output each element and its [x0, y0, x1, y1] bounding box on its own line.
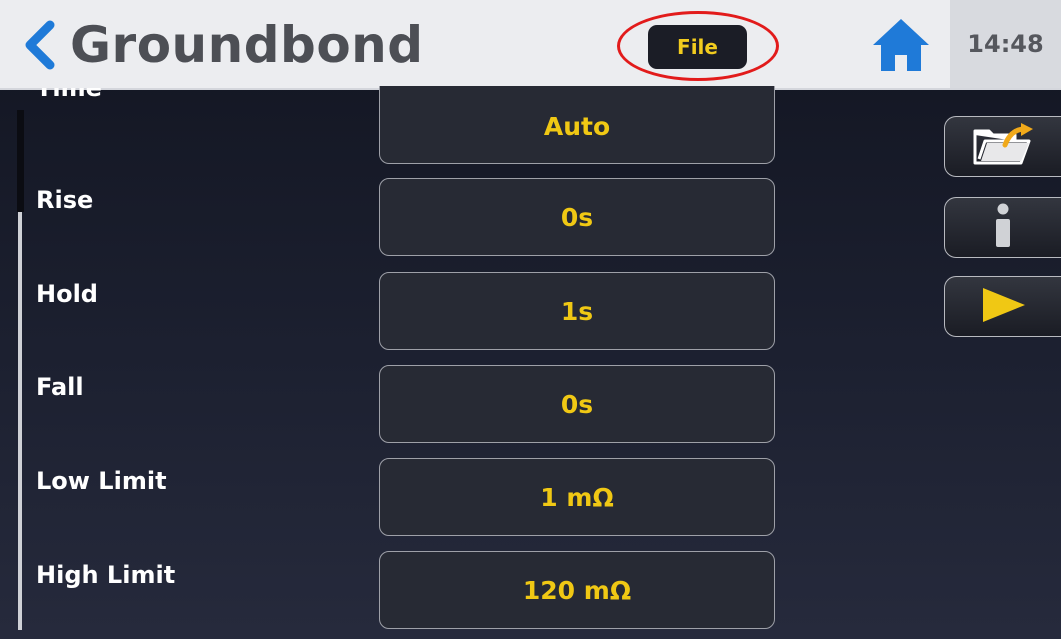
chevron-left-icon	[22, 20, 56, 70]
run-test-button[interactable]	[944, 276, 1061, 337]
param-value-hold[interactable]: 1s	[379, 272, 775, 350]
scrollbar-thumb[interactable]	[17, 110, 24, 212]
param-label-low-limit: Low Limit	[36, 467, 167, 495]
home-button[interactable]	[868, 14, 934, 80]
param-label-hold: Hold	[36, 280, 98, 308]
header-bar: Groundbond File 14:48	[0, 0, 1061, 90]
open-folder-icon	[971, 122, 1035, 171]
info-button[interactable]	[944, 197, 1061, 258]
param-label-high-limit: High Limit	[36, 561, 176, 589]
param-label-time: Time	[36, 88, 102, 102]
clock-display: 14:48	[950, 0, 1061, 88]
back-button[interactable]: Groundbond	[22, 10, 424, 80]
param-value-low-limit[interactable]: 1 mΩ	[379, 458, 775, 536]
param-value-high-limit[interactable]: 120 mΩ	[379, 551, 775, 629]
page-title: Groundbond	[70, 16, 424, 74]
play-icon	[979, 286, 1027, 328]
open-file-button[interactable]	[944, 116, 1061, 177]
home-icon	[871, 17, 931, 77]
param-value-fall[interactable]: 0s	[379, 365, 775, 443]
file-button[interactable]: File	[648, 25, 747, 69]
info-icon	[991, 203, 1015, 253]
param-label-rise: Rise	[36, 186, 94, 214]
param-value-time[interactable]: Auto	[379, 86, 775, 164]
param-label-fall: Fall	[36, 373, 84, 401]
param-value-rise[interactable]: 0s	[379, 178, 775, 256]
